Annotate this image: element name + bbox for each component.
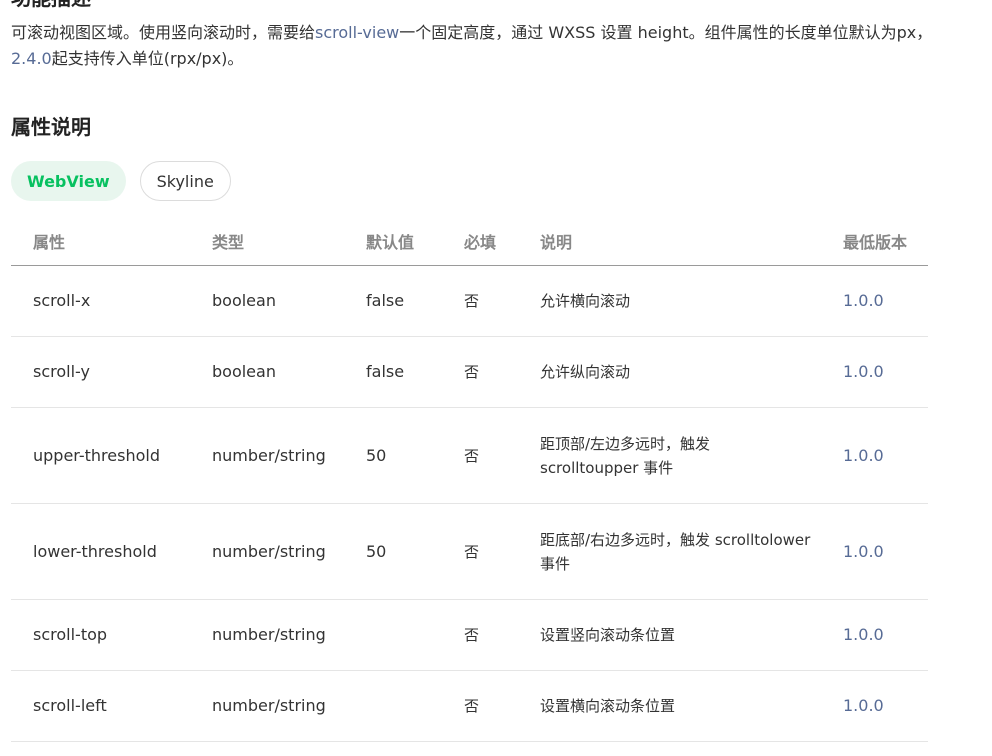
intro-text: 一个固定高度，通过 WXSS 设置 height。组件属性的长度单位默认为px， <box>399 23 933 42</box>
cell-type: number/string <box>212 670 366 742</box>
cell-type: boolean <box>212 265 366 337</box>
cell-required: 否 <box>464 599 540 671</box>
table-header-row: 属性 类型 默认值 必填 说明 最低版本 <box>11 217 928 266</box>
table-row: scroll-top number/string 否 设置竖向滚动条位置 1.0… <box>11 599 928 671</box>
cell-min-version: 1.0.0 <box>843 336 928 408</box>
cell-property: scroll-x <box>11 265 212 337</box>
cell-property: lower-threshold <box>11 503 212 600</box>
cell-default <box>366 599 464 671</box>
intro-text: 起支持传入单位(rpx/px)。 <box>51 49 244 68</box>
intro-text: 可滚动视图区域。使用竖向滚动时，需要给 <box>11 23 316 42</box>
section-heading-cut-off: 功能描述 <box>11 0 91 8</box>
version-link[interactable]: 2.4.0 <box>11 49 52 68</box>
cell-min-version: 1.0.0 <box>843 670 928 742</box>
cell-description: 允许纵向滚动 <box>540 336 843 408</box>
section-title: 属性说明 <box>11 115 91 139</box>
table-row: scroll-left number/string 否 设置横向滚动条位置 1.… <box>11 670 928 742</box>
cell-type: number/string <box>212 407 366 504</box>
cell-description: 允许横向滚动 <box>540 265 843 337</box>
cell-default: false <box>366 265 464 337</box>
cell-property: scroll-top <box>11 599 212 671</box>
cell-min-version: 1.0.0 <box>843 265 928 337</box>
header-type: 类型 <box>212 217 366 266</box>
intro-paragraph: 可滚动视图区域。使用竖向滚动时，需要给scroll-view一个固定高度，通过 … <box>11 20 971 72</box>
cell-default <box>366 670 464 742</box>
table-row: lower-threshold number/string 50 否 距底部/右… <box>11 503 928 600</box>
table-row: scroll-x boolean false 否 允许横向滚动 1.0.0 <box>11 265 928 337</box>
scroll-view-link[interactable]: scroll-view <box>315 23 399 42</box>
cell-type: boolean <box>212 336 366 408</box>
cell-default: false <box>366 336 464 408</box>
cell-min-version: 1.0.0 <box>843 599 928 671</box>
cell-type: number/string <box>212 503 366 600</box>
header-default: 默认值 <box>366 217 464 266</box>
cell-min-version: 1.0.0 <box>843 503 928 600</box>
cell-property: scroll-left <box>11 670 212 742</box>
table-row: scroll-y boolean false 否 允许纵向滚动 1.0.0 <box>11 336 928 408</box>
header-min-version: 最低版本 <box>843 217 928 266</box>
cell-min-version: 1.0.0 <box>843 407 928 504</box>
cell-description: 设置横向滚动条位置 <box>540 670 843 742</box>
header-property: 属性 <box>11 217 212 266</box>
cell-default: 50 <box>366 407 464 504</box>
cell-property: upper-threshold <box>11 407 212 504</box>
tab-webview[interactable]: WebView <box>11 161 126 201</box>
cell-required: 否 <box>464 670 540 742</box>
renderer-tabs: WebView Skyline <box>11 161 231 201</box>
properties-table: 属性 类型 默认值 必填 说明 最低版本 scroll-x boolean fa… <box>11 217 928 742</box>
header-description: 说明 <box>540 217 843 266</box>
cell-type: number/string <box>212 599 366 671</box>
cell-required: 否 <box>464 503 540 600</box>
header-required: 必填 <box>464 217 540 266</box>
cell-required: 否 <box>464 265 540 337</box>
table-row: upper-threshold number/string 50 否 距顶部/左… <box>11 407 928 504</box>
cell-description: 距顶部/左边多远时，触发 scrolltoupper 事件 <box>540 407 843 504</box>
cell-property: scroll-y <box>11 336 212 408</box>
tab-skyline[interactable]: Skyline <box>139 161 231 201</box>
cell-description: 设置竖向滚动条位置 <box>540 599 843 671</box>
cell-required: 否 <box>464 407 540 504</box>
cell-required: 否 <box>464 336 540 408</box>
cell-description: 距底部/右边多远时，触发 scrolltolower 事件 <box>540 503 843 600</box>
cell-default: 50 <box>366 503 464 600</box>
